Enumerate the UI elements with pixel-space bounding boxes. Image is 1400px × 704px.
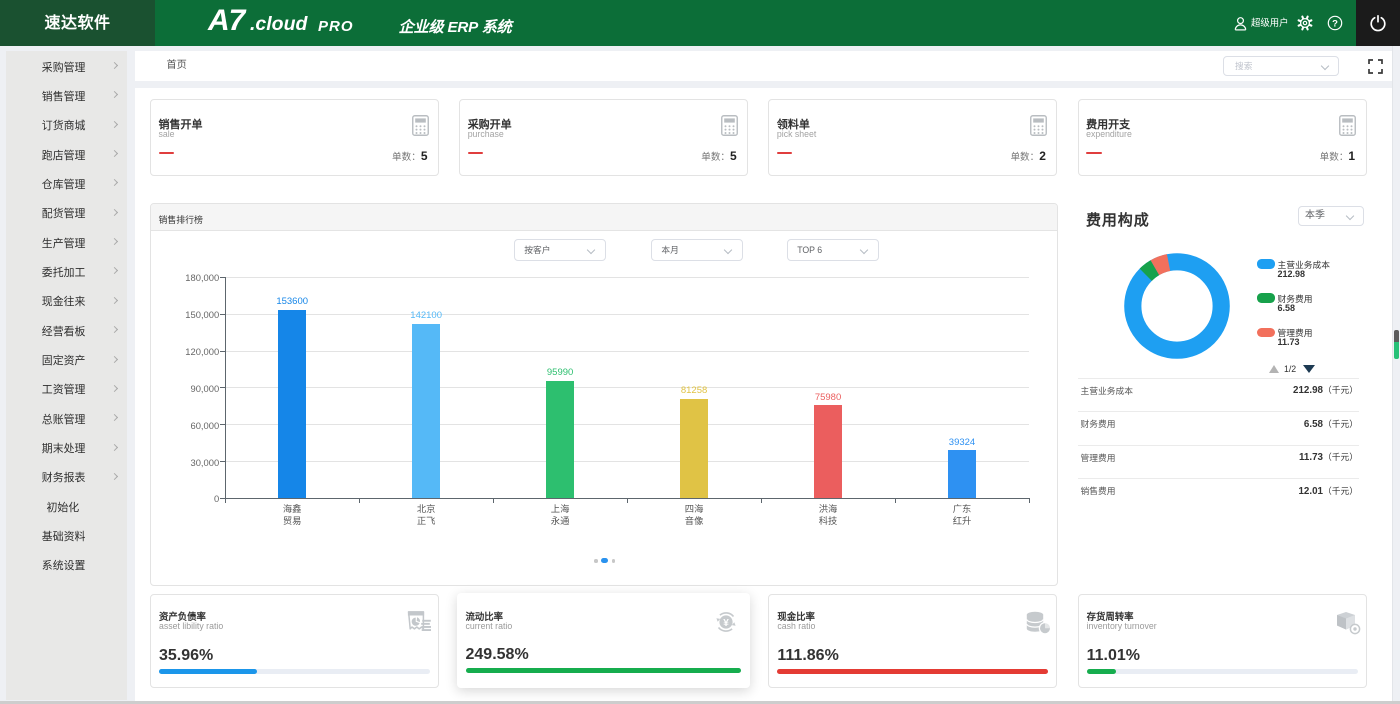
svg-text:¥: ¥ — [723, 618, 729, 629]
svg-text:?: ? — [1332, 18, 1338, 29]
